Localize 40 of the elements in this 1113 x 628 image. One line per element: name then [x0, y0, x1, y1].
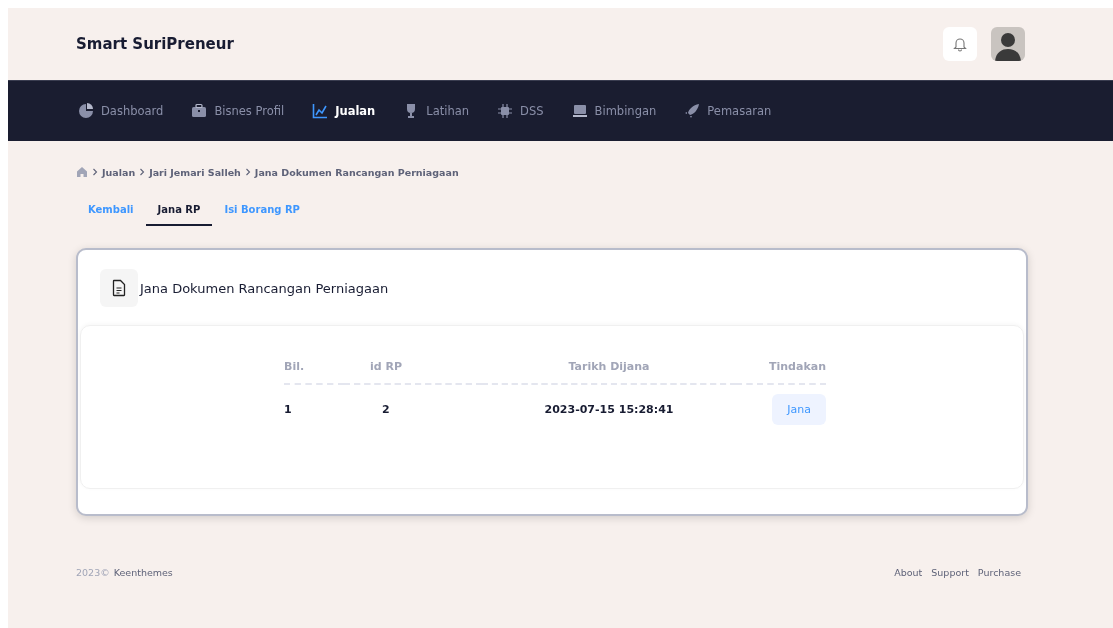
- brand-title: Smart SuriPreneur: [76, 35, 234, 53]
- footer-link[interactable]: Purchase: [977, 567, 1021, 578]
- user-avatar[interactable]: [991, 27, 1025, 61]
- chevron-icon: [92, 168, 98, 176]
- nav-item[interactable]: Dashboard: [78, 99, 164, 123]
- generate-button[interactable]: Jana: [772, 394, 826, 425]
- chart-icon: [312, 103, 329, 119]
- nav-item[interactable]: Pemasaran: [684, 99, 772, 123]
- company-link[interactable]: Keenthemes: [113, 567, 173, 578]
- breadcrumb-link[interactable]: Jari Jemari Salleh: [149, 166, 241, 178]
- card-title: Jana Dokumen Rancangan Perniagaan: [140, 280, 389, 296]
- column-header: id RP: [344, 360, 482, 384]
- nav-item[interactable]: Bisnes Profil: [191, 99, 285, 123]
- footer-link[interactable]: About: [894, 567, 923, 578]
- chip-icon: [497, 103, 514, 119]
- monitor-icon: [571, 103, 588, 119]
- nav-item[interactable]: Bimbingan: [571, 99, 657, 123]
- bell-icon: [952, 36, 968, 52]
- home-icon[interactable]: [76, 166, 88, 178]
- table-cell: 2: [344, 384, 482, 434]
- table-cell: 1: [284, 384, 344, 434]
- column-header: Tindakan: [736, 360, 826, 384]
- rocket-icon: [684, 103, 701, 119]
- footer-link[interactable]: Support: [931, 567, 969, 578]
- notifications-button[interactable]: [943, 27, 977, 61]
- chevron-icon: [139, 168, 146, 176]
- column-header: Tarikh Dijana: [482, 360, 736, 384]
- table-cell: 2023-07-15 15:28:41: [482, 384, 736, 434]
- nav-item[interactable]: Jualan: [312, 99, 376, 123]
- pie-chart-icon: [78, 103, 94, 119]
- nav-item[interactable]: Latihan: [403, 99, 470, 123]
- nav-item[interactable]: DSS: [497, 99, 544, 123]
- briefcase-icon: [191, 103, 208, 119]
- breadcrumb-link[interactable]: Jualan: [102, 166, 136, 178]
- chevron-icon: [244, 168, 251, 176]
- tab[interactable]: Jana RP: [145, 198, 213, 226]
- column-header: Bil.: [284, 360, 344, 384]
- breadcrumb-link[interactable]: Jana Dokumen Rancangan Perniagaan: [254, 166, 459, 178]
- copyright-year: 2023©: [76, 567, 110, 578]
- document-icon: [100, 269, 138, 307]
